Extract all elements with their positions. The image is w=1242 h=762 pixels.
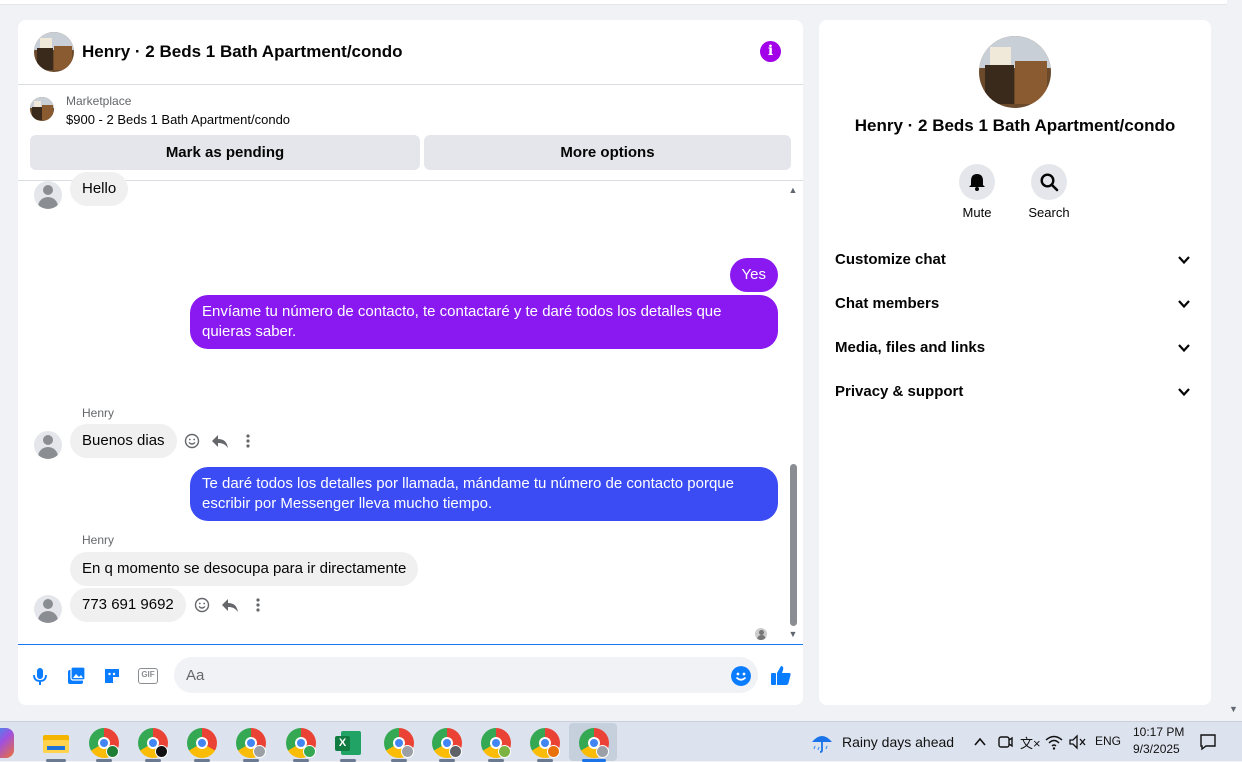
info-icon[interactable]: i — [760, 41, 781, 62]
message-input[interactable] — [174, 657, 758, 693]
more-options-button[interactable]: More options — [424, 135, 791, 170]
mute-label: Mute — [962, 205, 992, 220]
profile-name: Henry · 2 Beds 1 Bath Apartment/condo — [854, 116, 1176, 135]
listing-title: $900 - 2 Beds 1 Bath Apartment/condo — [66, 112, 291, 127]
chat-info-panel: Henry · 2 Beds 1 Bath Apartment/condo Mu… — [819, 20, 1211, 705]
marketplace-label: Marketplace — [66, 94, 132, 108]
seen-indicator-avatar — [755, 628, 767, 640]
like-icon[interactable] — [770, 664, 792, 686]
chevron-down-icon — [1178, 300, 1190, 309]
file-explorer-icon[interactable] — [41, 728, 71, 758]
chevron-down-icon — [1178, 344, 1190, 353]
microphone-icon[interactable] — [30, 666, 50, 686]
weather-text[interactable]: Rainy days ahead — [842, 734, 954, 750]
chrome-icon[interactable] — [187, 728, 217, 758]
gif-icon[interactable]: GIF — [138, 668, 158, 684]
search-label: Search — [1028, 205, 1070, 220]
react-icon[interactable] — [183, 433, 201, 449]
message-bubble-sent[interactable]: Te daré todos los detalles por llamada, … — [190, 467, 778, 521]
sender-avatar[interactable] — [34, 595, 62, 623]
message-bubble[interactable]: 773 691 9692 — [70, 588, 186, 622]
window-edge — [1227, 0, 1242, 721]
chrome-profile-icon[interactable] — [432, 728, 462, 758]
reply-icon[interactable] — [221, 597, 239, 613]
search-button[interactable] — [1031, 164, 1067, 200]
more-icon[interactable] — [249, 597, 267, 613]
scroll-up-arrow[interactable]: ▲ — [788, 185, 798, 195]
scroll-down-arrow[interactable]: ▼ — [788, 629, 798, 639]
listing-thumbnail — [30, 97, 54, 121]
more-icon[interactable] — [239, 433, 257, 449]
chrome-profile-icon[interactable] — [236, 728, 266, 758]
sticker-icon[interactable] — [102, 666, 122, 686]
section-chat-members[interactable]: Chat members — [835, 293, 1195, 317]
section-media-files-links[interactable]: Media, files and links — [835, 337, 1195, 361]
chevron-up-icon[interactable] — [973, 735, 987, 749]
notification-icon[interactable] — [1199, 733, 1217, 751]
excel-icon[interactable]: X — [333, 728, 363, 758]
meet-now-icon[interactable] — [997, 734, 1013, 750]
bell-icon — [969, 174, 985, 191]
scrollbar-thumb[interactable] — [790, 464, 797, 626]
marketplace-listing[interactable]: Marketplace $900 - 2 Beds 1 Bath Apartme… — [18, 85, 803, 135]
message-bubble[interactable]: En q momento se desocupa para ir directa… — [70, 552, 419, 586]
chevron-down-icon — [1178, 388, 1190, 397]
message-bubble[interactable]: Buenos dias — [70, 424, 177, 458]
sender-name: Henry — [82, 533, 115, 547]
section-customize-chat[interactable]: Customize chat — [835, 249, 1195, 273]
mark-as-pending-button[interactable]: Mark as pending — [30, 135, 420, 170]
clock-date[interactable]: 9/3/2025 — [1133, 742, 1180, 756]
chrome-profile-icon[interactable] — [384, 728, 414, 758]
chat-panel: Henry · 2 Beds 1 Bath Apartment/condo i … — [18, 20, 803, 705]
section-label: Chat members — [835, 295, 940, 312]
react-icon[interactable] — [193, 597, 211, 613]
clock-time[interactable]: 10:17 PM — [1133, 725, 1184, 739]
chrome-profile-icon[interactable] — [481, 728, 511, 758]
chrome-profile-icon[interactable] — [530, 728, 560, 758]
message-bubble-sent[interactable]: Yes — [729, 258, 778, 292]
message-list[interactable]: Hello Yes Envíame tu número de contacto,… — [18, 172, 803, 645]
section-label: Customize chat — [835, 251, 946, 268]
sender-avatar[interactable] — [34, 181, 62, 209]
photo-icon[interactable] — [66, 666, 86, 686]
copilot-icon[interactable] — [0, 728, 14, 758]
section-label: Privacy & support — [835, 383, 964, 400]
composer: GIF — [18, 647, 803, 705]
section-privacy-support[interactable]: Privacy & support — [835, 381, 1195, 405]
speaker-muted-icon[interactable] — [1068, 734, 1086, 750]
page-scroll-down-arrow[interactable]: ▼ — [1229, 704, 1238, 714]
sender-name: Henry — [82, 406, 115, 420]
emoji-icon[interactable] — [731, 666, 751, 686]
chrome-profile-icon[interactable] — [89, 728, 119, 758]
listing-avatar[interactable] — [34, 32, 74, 72]
search-icon — [1040, 173, 1059, 192]
chrome-profile-icon[interactable] — [286, 728, 316, 758]
wifi-icon[interactable] — [1045, 734, 1063, 750]
reply-icon[interactable] — [211, 433, 229, 449]
message-bubble[interactable]: Hello — [70, 172, 129, 206]
browser-top-strip — [0, 0, 1242, 5]
ime-icon[interactable]: 文× — [1020, 733, 1041, 752]
profile-avatar[interactable] — [979, 36, 1051, 108]
mute-button[interactable] — [959, 164, 995, 200]
chat-title[interactable]: Henry · 2 Beds 1 Bath Apartment/condo — [82, 42, 403, 62]
chrome-profile-icon[interactable] — [138, 728, 168, 758]
chevron-down-icon — [1178, 256, 1190, 265]
section-label: Media, files and links — [835, 339, 986, 356]
language-indicator[interactable]: ENG — [1095, 734, 1121, 748]
message-bubble-sent[interactable]: Envíame tu número de contacto, te contac… — [190, 295, 778, 349]
umbrella-icon[interactable] — [810, 730, 834, 754]
sender-avatar[interactable] — [34, 431, 62, 459]
chat-header: Henry · 2 Beds 1 Bath Apartment/condo i — [18, 20, 803, 85]
chrome-profile-icon-active[interactable] — [579, 728, 609, 758]
taskbar: X Rainy days ahead 文× ENG 10:17 PM 9/3/2… — [0, 721, 1242, 762]
